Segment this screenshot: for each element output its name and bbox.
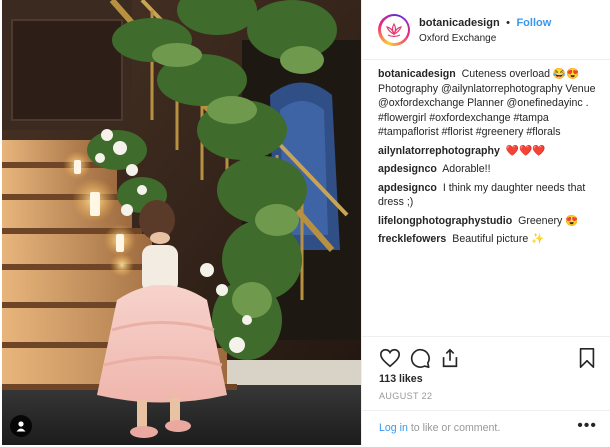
separator-dot: • <box>506 16 510 29</box>
comment-username[interactable]: ailynlatorrephotography <box>378 145 500 157</box>
lotus-logo-icon <box>386 22 402 37</box>
location-link[interactable]: Oxford Exchange <box>419 31 551 46</box>
bookmark-icon[interactable] <box>577 347 597 369</box>
comment: ailynlatorrephotography ❤️❤️❤️ <box>378 144 600 159</box>
heart-icon[interactable] <box>379 347 401 369</box>
more-options-icon[interactable]: ••• <box>577 417 597 435</box>
comment: lifelongphotographystudio Greenery 😍 <box>378 214 600 229</box>
user-tag-icon[interactable] <box>10 415 32 437</box>
comment-username[interactable]: apdesignco <box>378 163 437 175</box>
comment-text: Adorable!! <box>442 163 491 175</box>
post-actions: 113 likes AUGUST 22 Log in to like or co… <box>362 336 610 446</box>
comment-username[interactable]: frecklefowers <box>378 233 446 245</box>
caption: botanicadesign Cuteness overload 😂😍 Phot… <box>378 67 600 140</box>
comment: frecklefowers Beautiful picture ✨ <box>378 232 600 247</box>
comment-text: Beautiful picture ✨ <box>452 233 545 245</box>
login-link[interactable]: Log in <box>379 422 408 434</box>
follow-button[interactable]: Follow <box>516 17 551 29</box>
action-icons <box>379 347 599 371</box>
comment-text: ❤️❤️❤️ <box>505 144 546 157</box>
post-header: botanicadesign • Follow Oxford Exchange <box>362 0 610 60</box>
likes-count[interactable]: 113 likes <box>379 373 423 385</box>
header-username[interactable]: botanicadesign <box>419 17 500 29</box>
login-text: to like or comment. <box>407 422 501 434</box>
post-sidebar: botanicadesign • Follow Oxford Exchange … <box>361 0 610 445</box>
avatar[interactable] <box>378 13 410 46</box>
comment: apdesignco Adorable!! <box>378 162 600 177</box>
comment: apdesignco I think my daughter needs tha… <box>378 181 600 210</box>
post-date[interactable]: AUGUST 22 <box>379 391 432 401</box>
post-photo[interactable] <box>2 0 361 445</box>
login-row: Log in to like or comment. ••• <box>362 410 610 447</box>
instagram-post: botanicadesign • Follow Oxford Exchange … <box>0 0 610 445</box>
flower-girl-staircase-photo <box>2 0 361 445</box>
comments-list: botanicadesign Cuteness overload 😂😍 Phot… <box>378 67 600 251</box>
comment-username[interactable]: botanicadesign <box>378 68 456 80</box>
share-icon[interactable] <box>439 347 461 369</box>
comment-username[interactable]: lifelongphotographystudio <box>378 215 512 227</box>
comment-text: Greenery 😍 <box>518 214 579 227</box>
comment-username[interactable]: apdesignco <box>378 182 437 194</box>
comment-bubble-icon[interactable] <box>409 347 431 369</box>
